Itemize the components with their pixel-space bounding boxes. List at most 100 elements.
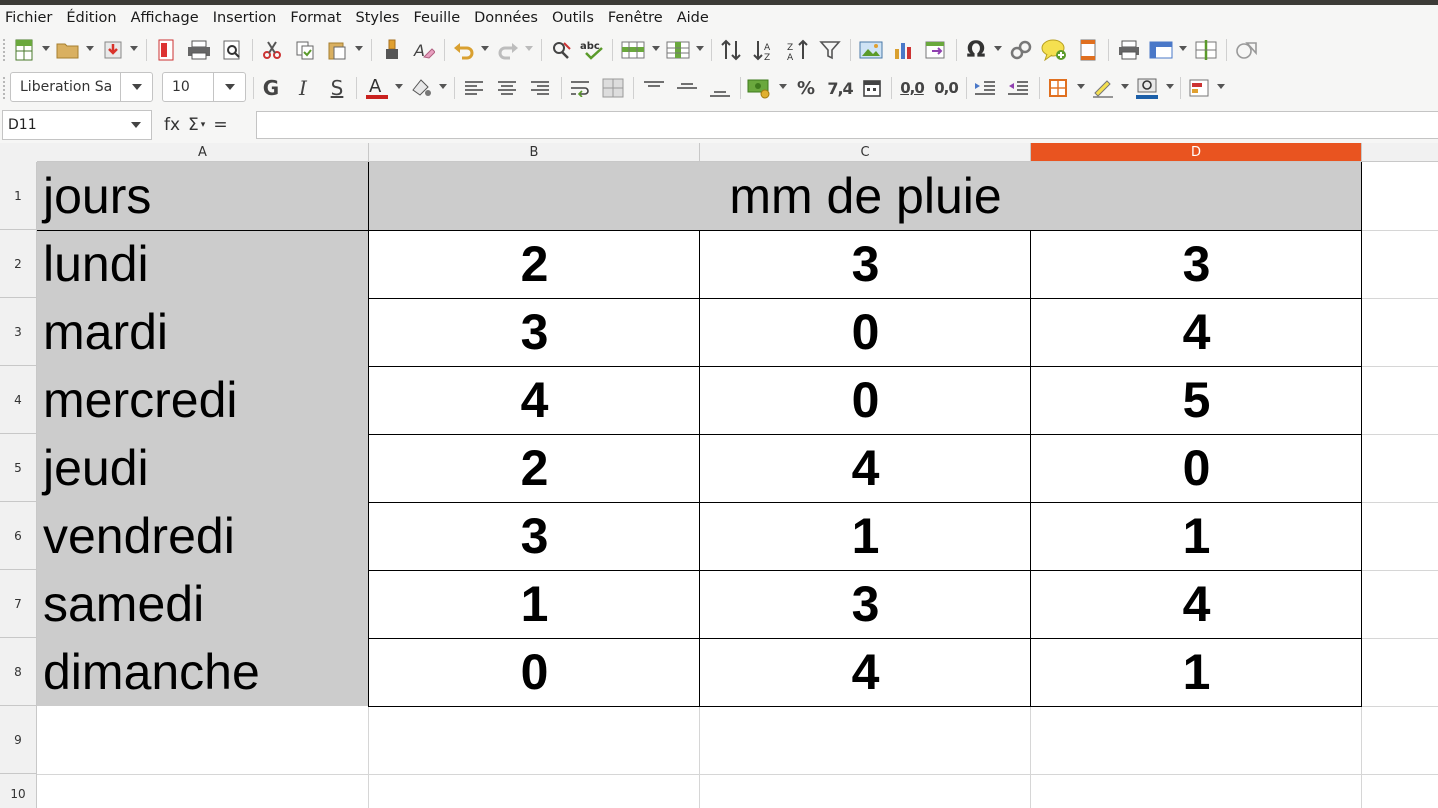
row-header-6[interactable]: 6 <box>0 502 37 570</box>
column-header-b[interactable]: B <box>369 143 700 162</box>
print-icon[interactable] <box>186 37 212 63</box>
sum-icon[interactable]: Σ <box>188 115 199 135</box>
open-dropdown-icon[interactable] <box>86 46 94 51</box>
cell-d2[interactable]: 3 <box>1031 230 1362 298</box>
menu-outils[interactable]: Outils <box>545 10 601 26</box>
paste-dropdown-icon[interactable] <box>355 46 363 51</box>
number-format-button[interactable]: 7,4 <box>826 75 854 101</box>
wrap-text-icon[interactable] <box>569 75 593 101</box>
cell-d7[interactable]: 4 <box>1031 570 1362 638</box>
cell-c2[interactable]: 3 <box>700 230 1031 298</box>
menu-donnees[interactable]: Données <box>467 10 545 26</box>
function-wizard-icon[interactable]: fx <box>164 115 180 135</box>
border-style-dropdown-icon[interactable] <box>1121 84 1129 89</box>
chevron-down-icon[interactable] <box>121 122 151 128</box>
bold-button[interactable]: G <box>260 75 282 101</box>
font-size-box[interactable]: 10 <box>162 72 246 102</box>
cell-c4[interactable]: 0 <box>700 366 1031 434</box>
redo-dropdown-icon[interactable] <box>525 46 533 51</box>
undo-dropdown-icon[interactable] <box>481 46 489 51</box>
split-window-icon[interactable] <box>1193 37 1219 63</box>
show-draw-functions-icon[interactable] <box>1234 37 1260 63</box>
pivot-table-icon[interactable] <box>923 37 949 63</box>
menu-styles[interactable]: Styles <box>348 10 406 26</box>
freeze-dropdown-icon[interactable] <box>1179 46 1187 51</box>
select-all-corner[interactable] <box>0 143 38 163</box>
row-header-2[interactable]: 2 <box>0 230 37 298</box>
shadow-button[interactable]: S <box>325 75 349 101</box>
freeze-rows-columns-icon[interactable] <box>1148 37 1174 63</box>
insert-image-icon[interactable] <box>858 37 884 63</box>
name-box[interactable]: D11 <box>2 110 152 140</box>
export-pdf-icon[interactable] <box>155 37 177 63</box>
spelling-icon[interactable]: abc <box>580 37 606 63</box>
sort-ascending-icon[interactable]: AZ <box>751 37 777 63</box>
formula-equals-icon[interactable]: = <box>213 115 227 135</box>
menu-insertion[interactable]: Insertion <box>206 10 284 26</box>
font-color-icon[interactable]: A <box>364 75 390 101</box>
column-dropdown-icon[interactable] <box>696 46 704 51</box>
column-icon[interactable] <box>665 37 691 63</box>
cell-d8[interactable]: 1 <box>1031 638 1362 706</box>
cell-a5[interactable]: jeudi <box>37 434 369 502</box>
cell-a3[interactable]: mardi <box>37 298 369 366</box>
paste-icon[interactable] <box>325 37 349 63</box>
align-top-icon[interactable] <box>642 75 666 101</box>
row-header-5[interactable]: 5 <box>0 434 37 502</box>
row-header-4[interactable]: 4 <box>0 366 37 434</box>
row-icon[interactable] <box>620 37 646 63</box>
column-header-d[interactable]: D <box>1031 143 1362 162</box>
delete-decimal-button[interactable]: 0,0 <box>931 75 961 101</box>
cell-c6[interactable]: 1 <box>700 502 1031 570</box>
column-header-e[interactable] <box>1362 143 1438 162</box>
date-format-icon[interactable] <box>860 75 884 101</box>
center-vertically-icon[interactable] <box>675 75 699 101</box>
cell-a2[interactable]: lundi <box>37 230 369 298</box>
row-header-9[interactable]: 9 <box>0 706 37 774</box>
cut-icon[interactable] <box>260 37 284 63</box>
highlighting-dropdown-icon[interactable] <box>439 84 447 89</box>
align-right-icon[interactable] <box>528 75 552 101</box>
cell-a4[interactable]: mercredi <box>37 366 369 434</box>
conditional-dropdown-icon[interactable] <box>1217 84 1225 89</box>
cell-c7[interactable]: 3 <box>700 570 1031 638</box>
cell-d3[interactable]: 4 <box>1031 298 1362 366</box>
chevron-down-icon[interactable] <box>120 73 152 101</box>
menu-format[interactable]: Format <box>283 10 348 26</box>
row-dropdown-icon[interactable] <box>652 46 660 51</box>
add-decimal-button[interactable]: 0,0 <box>898 75 926 101</box>
print-preview-icon[interactable] <box>220 37 244 63</box>
merge-center-icon[interactable] <box>601 75 625 101</box>
copy-icon[interactable] <box>293 37 317 63</box>
borders-dropdown-icon[interactable] <box>1077 84 1085 89</box>
redo-icon[interactable] <box>496 37 520 63</box>
cell-b3[interactable]: 3 <box>369 298 700 366</box>
menu-fenetre[interactable]: Fenêtre <box>601 10 670 26</box>
cell-d6[interactable]: 1 <box>1031 502 1362 570</box>
headers-footers-icon[interactable] <box>1076 37 1100 63</box>
undo-icon[interactable] <box>452 37 476 63</box>
menu-fichier[interactable]: Fichier <box>0 10 59 26</box>
cell-b2[interactable]: 2 <box>369 230 700 298</box>
cell-d5[interactable]: 0 <box>1031 434 1362 502</box>
percent-button[interactable]: % <box>794 75 818 101</box>
print-area-icon[interactable] <box>1117 37 1141 63</box>
row-header-3[interactable]: 3 <box>0 298 37 366</box>
menu-feuille[interactable]: Feuille <box>406 10 467 26</box>
cell-b4[interactable]: 4 <box>369 366 700 434</box>
row-header-10[interactable]: 10 <box>0 774 37 808</box>
cell-b5[interactable]: 2 <box>369 434 700 502</box>
toolbar-grip[interactable] <box>3 77 7 99</box>
cell-b8[interactable]: 0 <box>369 638 700 706</box>
menu-affichage[interactable]: Affichage <box>124 10 206 26</box>
hyperlink-icon[interactable] <box>1008 37 1034 63</box>
currency-dropdown-icon[interactable] <box>779 84 787 89</box>
save-icon[interactable] <box>101 37 125 63</box>
decrease-indent-icon[interactable] <box>1006 75 1030 101</box>
chevron-down-icon[interactable] <box>213 73 245 101</box>
autofilter-icon[interactable] <box>817 37 843 63</box>
border-color-dropdown-icon[interactable] <box>1166 84 1174 89</box>
cell-a1[interactable]: jours <box>37 162 369 230</box>
find-replace-icon[interactable] <box>549 37 573 63</box>
increase-indent-icon[interactable] <box>973 75 997 101</box>
